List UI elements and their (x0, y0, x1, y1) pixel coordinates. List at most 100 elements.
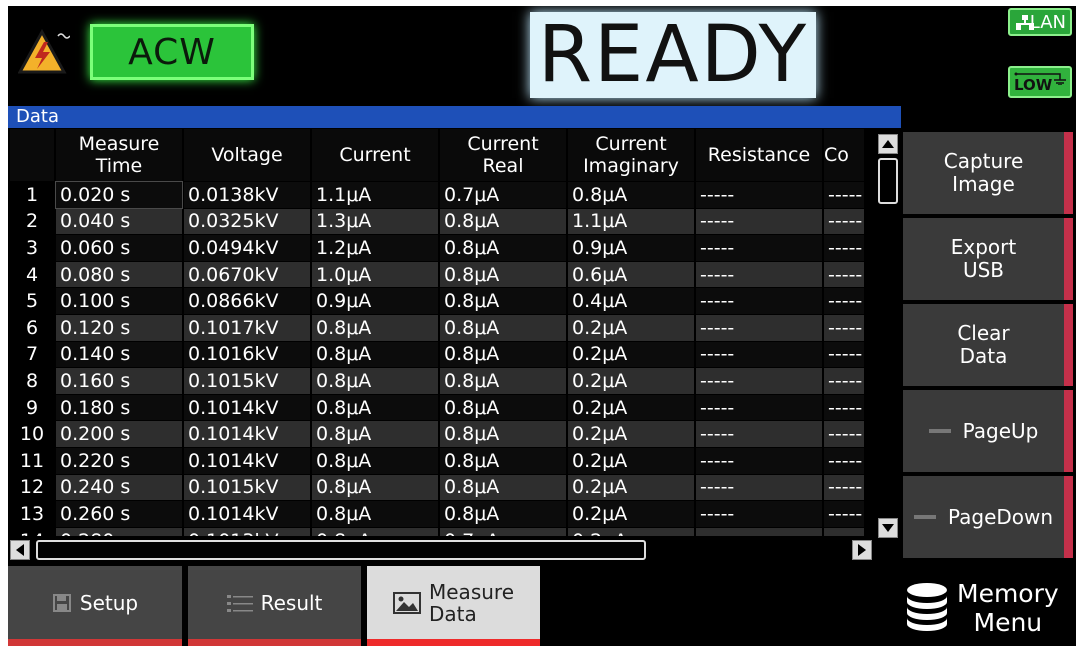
scroll-down-button[interactable] (878, 518, 898, 538)
table-cell-time: 0.240 s (56, 474, 182, 501)
table-cell-res: ----- (696, 235, 822, 261)
table-cell-current: 1.3μA (312, 208, 438, 235)
test-mode-indicator: ACW (90, 24, 254, 80)
measure-data-table[interactable]: Measure Time Voltage Current Current Real … (8, 128, 876, 536)
row-number-header (10, 129, 54, 181)
data-panel-title: Data (8, 106, 901, 128)
table-cell-real: 0.8μA (440, 447, 566, 474)
table-cell-imag: 0.2μA (568, 341, 694, 368)
column-header-line: Time (95, 155, 143, 177)
table-row[interactable]: 8 0.160 s 0.1015kV 0.8μA 0.8μA 0.2μA ----- ----… (10, 368, 864, 394)
export-usb-button[interactable]: Export USB (903, 218, 1073, 300)
scroll-right-button[interactable] (852, 540, 872, 560)
table-cell-time: 0.260 s (56, 501, 182, 527)
column-header-co[interactable]: Co (824, 129, 864, 181)
column-header-line: Current (339, 144, 411, 166)
table-cell-voltage: 0.0866kV (184, 288, 310, 314)
table-cell-imag: 0.2μA (568, 501, 694, 527)
column-header-current-imaginary[interactable]: Current Imaginary (568, 129, 694, 181)
scroll-up-button[interactable] (878, 134, 898, 154)
table-cell-res: ----- (696, 314, 822, 341)
table-row[interactable]: 7 0.140 s 0.1016kV 0.8μA 0.8μA 0.2μA ----- ----… (10, 341, 864, 368)
table-cell-time: 0.080 s (56, 261, 182, 288)
tab-result[interactable]: Result (188, 566, 361, 646)
column-header-line: Current (467, 133, 539, 155)
arrow-right-icon (858, 544, 866, 556)
clear-data-button[interactable]: Clear Data (903, 304, 1073, 386)
column-header-current-real[interactable]: Current Real (440, 129, 566, 181)
table-cell-real: 0.8μA (440, 421, 566, 447)
table-cell-time: 0.120 s (56, 314, 182, 341)
column-header-voltage[interactable]: Voltage (184, 129, 310, 181)
table-row[interactable]: 4 0.080 s 0.0670kV 1.0μA 0.8μA 0.6μA ----- ----… (10, 261, 864, 288)
table-row[interactable]: 1 0.020 s 0.0138kV 1.1μA 0.7μA 0.8μA ----- ----… (10, 181, 864, 209)
table-cell-real: 0.7μA (440, 182, 566, 208)
device-screen: ACW READY LAN LOW Data Measure Time Volta… (8, 6, 1076, 646)
table-row[interactable]: 9 0.180 s 0.1014kV 0.8μA 0.8μA 0.2μA ----- ----… (10, 394, 864, 421)
column-header-current[interactable]: Current (312, 129, 438, 181)
table-cell-time: 0.100 s (56, 288, 182, 314)
table-cell-voltage: 0.1017kV (184, 314, 310, 341)
column-header-line: Current (595, 133, 667, 155)
button-label: Image (952, 172, 1015, 196)
row-number: 8 (10, 368, 54, 394)
table-cell-co: ----- (824, 235, 864, 261)
column-header-line: Voltage (211, 144, 283, 166)
table-cell-voltage: 0.0494kV (184, 235, 310, 261)
table-cell-real: 0.8μA (440, 341, 566, 368)
capture-image-button[interactable]: Capture Image (903, 132, 1073, 214)
page-up-button[interactable]: PageUp (903, 390, 1073, 472)
row-number: 4 (10, 261, 54, 288)
table-cell-co: ----- (824, 394, 864, 421)
table-cell-co: ----- (824, 421, 864, 447)
table-cell-res: ----- (696, 474, 822, 501)
horizontal-scrollbar[interactable] (10, 538, 876, 560)
table-cell-imag: 0.2μA (568, 527, 694, 536)
row-number: 10 (10, 421, 54, 447)
table-cell-voltage: 0.0138kV (184, 182, 310, 208)
table-row[interactable]: 5 0.100 s 0.0866kV 0.9μA 0.8μA 0.4μA ----- ----… (10, 288, 864, 314)
table-cell-real: 0.8μA (440, 368, 566, 394)
button-label: Export (950, 235, 1017, 259)
table-row[interactable]: 10 0.200 s 0.1014kV 0.8μA 0.8μA 0.2μA ----- ---… (10, 421, 864, 447)
memory-menu-button[interactable]: Memory Menu (903, 570, 1073, 646)
tab-setup[interactable]: Setup (8, 566, 182, 646)
table-cell-current: 0.8μA (312, 421, 438, 447)
table-row[interactable]: 2 0.040 s 0.0325kV 1.3μA 0.8μA 1.1μA ----- ----… (10, 208, 864, 235)
arrow-up-icon (882, 140, 894, 148)
table-cell-voltage: 0.1014kV (184, 421, 310, 447)
table-row[interactable]: 6 0.120 s 0.1017kV 0.8μA 0.8μA 0.2μA ----- ----… (10, 314, 864, 341)
table-row[interactable]: 3 0.060 s 0.0494kV 1.2μA 0.8μA 0.9μA ----- ----… (10, 235, 864, 261)
table-cell-current: 0.8μA (312, 527, 438, 536)
table-cell-voltage: 0.1015kV (184, 368, 310, 394)
table-cell-imag: 0.6μA (568, 261, 694, 288)
row-number: 5 (10, 288, 54, 314)
table-cell-res: ----- (696, 394, 822, 421)
row-number: 2 (10, 208, 54, 235)
table-row[interactable]: 12 0.240 s 0.1015kV 0.8μA 0.8μA 0.2μA ----- ---… (10, 474, 864, 501)
table-row[interactable]: 11 0.220 s 0.1014kV 0.8μA 0.8μA 0.2μA ----- ---… (10, 447, 864, 474)
row-number: 9 (10, 394, 54, 421)
table-cell-real: 0.8μA (440, 261, 566, 288)
column-header-resistance[interactable]: Resistance (696, 129, 822, 181)
page-down-button[interactable]: PageDown (903, 476, 1073, 558)
button-label: Clear (957, 321, 1010, 345)
tab-measure-data[interactable]: Measure Data (367, 566, 540, 646)
scroll-left-button[interactable] (10, 540, 30, 560)
horizontal-scroll-thumb[interactable] (36, 540, 646, 560)
arrow-left-icon (16, 544, 24, 556)
vertical-scrollbar[interactable] (877, 134, 899, 538)
table-cell-co: ----- (824, 261, 864, 288)
table-cell-res: ----- (696, 447, 822, 474)
vertical-scroll-thumb[interactable] (878, 158, 898, 204)
column-header-line: Resistance (707, 144, 811, 166)
column-header-measure-time[interactable]: Measure Time (56, 129, 182, 181)
table-cell-time: 0.200 s (56, 421, 182, 447)
table-cell-time: 0.160 s (56, 368, 182, 394)
table-row[interactable]: 140.280 s0.1013kV0.8μA0.7μA0.2μA--------… (10, 527, 864, 536)
table-cell-imag: 0.2μA (568, 368, 694, 394)
status-display: READY (530, 10, 816, 100)
table-row[interactable]: 13 0.260 s 0.1014kV 0.8μA 0.8μA 0.2μA ----- ---… (10, 501, 864, 527)
column-header-line: Imaginary (583, 155, 679, 177)
table-header-row: Measure Time Voltage Current Current Real … (10, 129, 864, 181)
